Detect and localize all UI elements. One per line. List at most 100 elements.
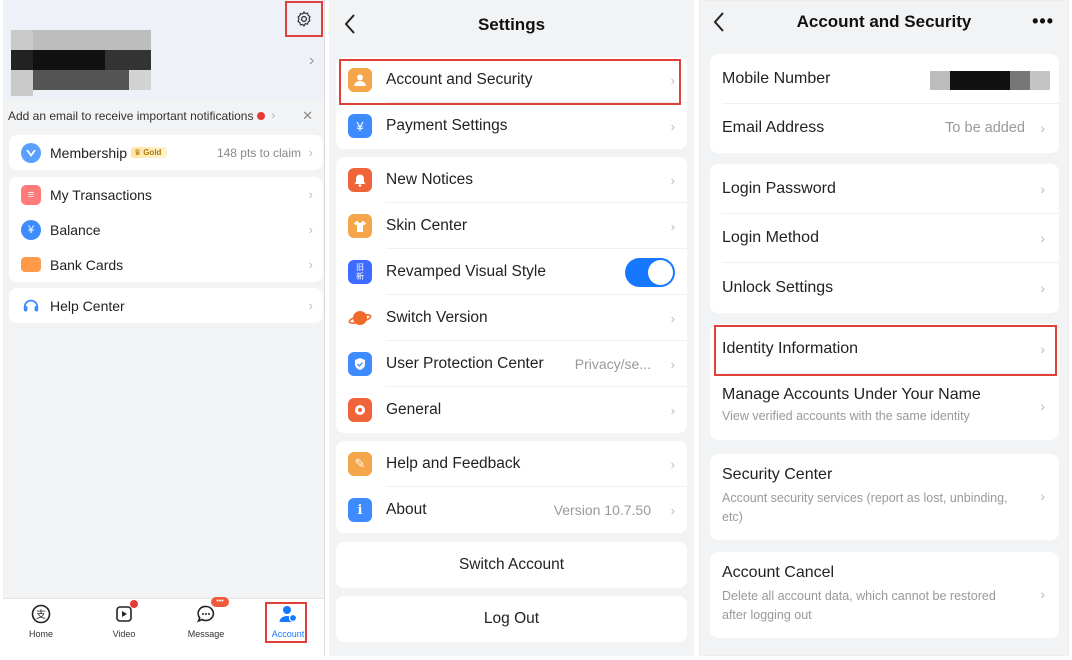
chevron-right-icon: › xyxy=(1040,180,1045,197)
menu-item-label: My Transactions xyxy=(50,186,152,203)
chevron-right-icon: › xyxy=(308,298,313,313)
nav-label: Home xyxy=(28,629,53,639)
menu-item-transactions[interactable]: ≡ My Transactions › xyxy=(9,177,323,212)
account-cancel-group: Account Cancel Delete all account data, … xyxy=(710,552,1059,638)
menu-item-help-center[interactable]: Help Center › xyxy=(9,288,323,323)
row-label: Account Cancel xyxy=(722,564,835,581)
chevron-right-icon: › xyxy=(670,356,675,372)
back-icon[interactable] xyxy=(712,11,726,38)
chevron-right-icon: › xyxy=(1040,586,1045,602)
phone-blur xyxy=(1030,71,1050,90)
login-group: Login Password › Login Method › Unlock S… xyxy=(710,164,1059,313)
login-password-row[interactable]: Login Password › xyxy=(710,164,1059,214)
bell-icon xyxy=(348,168,372,192)
account-highlight xyxy=(265,602,307,643)
chevron-right-icon: › xyxy=(670,502,675,518)
settings-item-skin-center[interactable]: Skin Center › xyxy=(336,203,687,249)
membership-card[interactable]: Membership ♛ Gold 148 pts to claim › xyxy=(9,135,323,170)
settings-item-general[interactable]: General › xyxy=(336,387,687,433)
settings-header: Settings xyxy=(329,0,694,50)
security-center-row[interactable]: Security Center Account security service… xyxy=(710,454,1059,540)
membership-row[interactable]: Membership ♛ Gold 148 pts to claim › xyxy=(9,135,323,170)
menu-item-bank-cards[interactable]: Bank Cards › xyxy=(9,247,323,282)
settings-highlight[interactable] xyxy=(285,1,323,37)
video-icon xyxy=(113,600,138,625)
email-value: To be added xyxy=(945,120,1025,137)
chevron-right-icon: › xyxy=(309,52,315,69)
row-subtitle: Delete all account data, which cannot be… xyxy=(722,589,996,622)
chevron-right-icon: › xyxy=(308,257,313,272)
settings-item-user-protection[interactable]: User Protection Center Privacy/se... › xyxy=(336,341,687,387)
notification-dot xyxy=(130,600,138,608)
chevron-right-icon: › xyxy=(1040,230,1045,247)
gold-badge: ♛ Gold xyxy=(131,147,168,158)
profile-header[interactable]: › xyxy=(3,0,324,100)
settings-item-visual-style[interactable]: 旧新 Revamped Visual Style xyxy=(336,249,687,295)
settings-item-switch-version[interactable]: Switch Version › xyxy=(336,295,687,341)
unlock-settings-row[interactable]: Unlock Settings › xyxy=(710,263,1059,313)
identity-information-highlight xyxy=(714,325,1057,376)
settings-item-value: Privacy/se... xyxy=(574,356,651,372)
mobile-number-row[interactable]: Mobile Number xyxy=(710,54,1059,104)
shield-icon xyxy=(348,352,372,376)
switch-account-button[interactable]: Switch Account xyxy=(336,542,687,588)
page-title: Settings xyxy=(477,15,546,34)
row-label: Security Center xyxy=(722,466,833,483)
chevron-right-icon: › xyxy=(670,218,675,234)
nav-message[interactable]: ••• Message xyxy=(176,597,236,639)
message-icon: ••• xyxy=(195,597,229,625)
log-out-button[interactable]: Log Out xyxy=(336,596,687,642)
visual-style-toggle[interactable] xyxy=(625,258,675,287)
row-label: Email Address xyxy=(722,119,825,137)
close-icon[interactable]: ✕ xyxy=(302,108,313,124)
finance-card: ≡ My Transactions › ¥ Balance › Bank Car… xyxy=(9,177,323,282)
gold-badge-label: Gold xyxy=(143,148,162,157)
menu-item-label: Help Center xyxy=(50,297,125,314)
account-security-header: Account and Security ••• xyxy=(700,1,1068,43)
help-card: Help Center › xyxy=(9,288,323,323)
settings-item-help-feedback[interactable]: ✎ Help and Feedback › xyxy=(336,441,687,487)
nav-home[interactable]: 支 Home xyxy=(11,603,71,639)
chevron-right-icon: › xyxy=(308,187,313,202)
settings-group-2: New Notices › Skin Center › 旧新 Revamped … xyxy=(336,157,687,433)
row-subtitle: View verified accounts with the same ide… xyxy=(722,408,970,423)
svg-text:支: 支 xyxy=(36,609,46,621)
notification-text: Add an email to receive important notifi… xyxy=(8,109,254,123)
settings-item-about[interactable]: i About Version 10.7.50 › xyxy=(336,487,687,533)
menu-item-label: Balance xyxy=(50,221,101,238)
contact-group: Mobile Number Email Address To be added … xyxy=(710,54,1059,153)
row-subtitle: Account security services (report as los… xyxy=(722,491,1008,524)
account-security-highlight xyxy=(339,59,681,105)
email-notification-bar[interactable]: Add an email to receive important notifi… xyxy=(3,104,324,128)
more-icon[interactable]: ••• xyxy=(1032,11,1054,32)
settings-item-label: Help and Feedback xyxy=(386,455,521,472)
nav-label: Video xyxy=(112,629,136,639)
chevron-right-icon: › xyxy=(1040,397,1045,414)
settings-item-label: Revamped Visual Style xyxy=(386,263,546,280)
settings-item-label: Skin Center xyxy=(386,217,467,234)
settings-item-new-notices[interactable]: New Notices › xyxy=(336,157,687,203)
chevron-right-icon: › xyxy=(670,310,675,326)
planet-icon xyxy=(348,306,372,330)
settings-item-label: About xyxy=(386,501,427,518)
row-label: Manage Accounts Under Your Name xyxy=(722,385,981,403)
menu-item-label: Bank Cards xyxy=(50,256,124,273)
visual-style-icon: 旧新 xyxy=(348,260,372,284)
settings-item-payment[interactable]: ¥ Payment Settings › xyxy=(336,103,687,149)
manage-accounts-row[interactable]: Manage Accounts Under Your Name View ver… xyxy=(710,374,1059,440)
chevron-right-icon: › xyxy=(308,222,313,237)
row-label: Login Password xyxy=(722,179,836,197)
gear-icon xyxy=(348,398,372,422)
pencil-icon: ✎ xyxy=(348,452,372,476)
gear-icon[interactable] xyxy=(295,10,313,28)
account-cancel-row[interactable]: Account Cancel Delete all account data, … xyxy=(710,552,1059,638)
menu-item-balance[interactable]: ¥ Balance › xyxy=(9,212,323,247)
email-address-row[interactable]: Email Address To be added › xyxy=(710,104,1059,154)
nav-video[interactable]: Video xyxy=(94,600,154,639)
settings-item-label: General xyxy=(386,401,442,418)
phone-blur xyxy=(1010,71,1030,90)
back-icon[interactable] xyxy=(343,13,357,40)
message-badge: ••• xyxy=(211,597,229,607)
profile-name-blur xyxy=(33,70,129,90)
login-method-row[interactable]: Login Method › xyxy=(710,214,1059,263)
